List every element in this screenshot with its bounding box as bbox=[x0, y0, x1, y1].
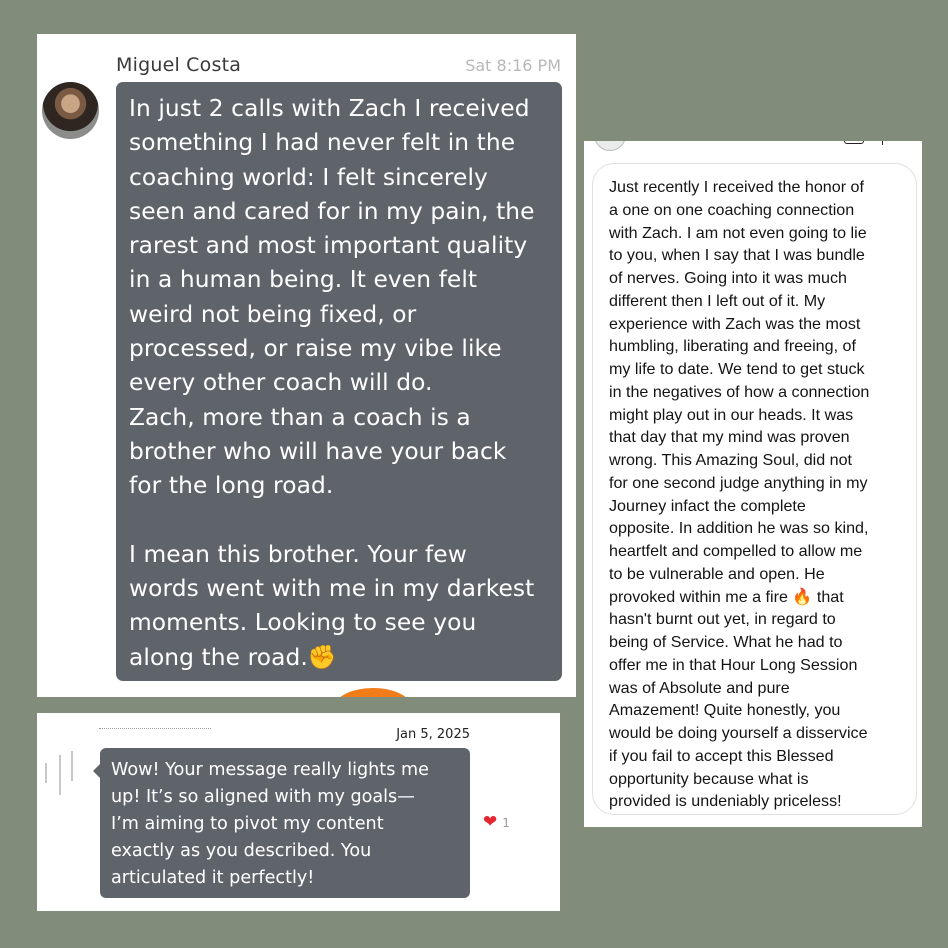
orange-avatar-partial bbox=[334, 688, 412, 697]
avatar[interactable] bbox=[42, 82, 99, 139]
inbox-icon[interactable] bbox=[844, 141, 864, 144]
message-timestamp: Sat 8:16 PM bbox=[465, 56, 561, 75]
comment-text: Just recently I received the honor of a … bbox=[592, 163, 917, 815]
reply-message-card: Jan 5, 2025 Wow! Your message really lig… bbox=[37, 713, 560, 911]
testimonial-card-comment: Just recently I received the honor of a … bbox=[584, 141, 922, 827]
sender-name: Miguel Costa bbox=[116, 54, 242, 76]
obscured-sender-name bbox=[99, 728, 211, 733]
avatar[interactable] bbox=[594, 141, 626, 151]
heart-icon: ❤ bbox=[483, 812, 498, 832]
divider-icon bbox=[882, 141, 883, 145]
message-date: Jan 5, 2025 bbox=[396, 727, 470, 742]
message-bubble: In just 2 calls with Zach I received som… bbox=[116, 82, 562, 681]
reaction-badge[interactable]: ❤ 1 bbox=[483, 814, 510, 831]
reaction-count: 1 bbox=[502, 815, 510, 830]
message-bubble: Wow! Your message really lights me up! I… bbox=[100, 748, 470, 898]
testimonial-card-miguel: Miguel Costa Sat 8:16 PM In just 2 calls… bbox=[37, 34, 576, 697]
faded-avatar bbox=[43, 749, 77, 801]
